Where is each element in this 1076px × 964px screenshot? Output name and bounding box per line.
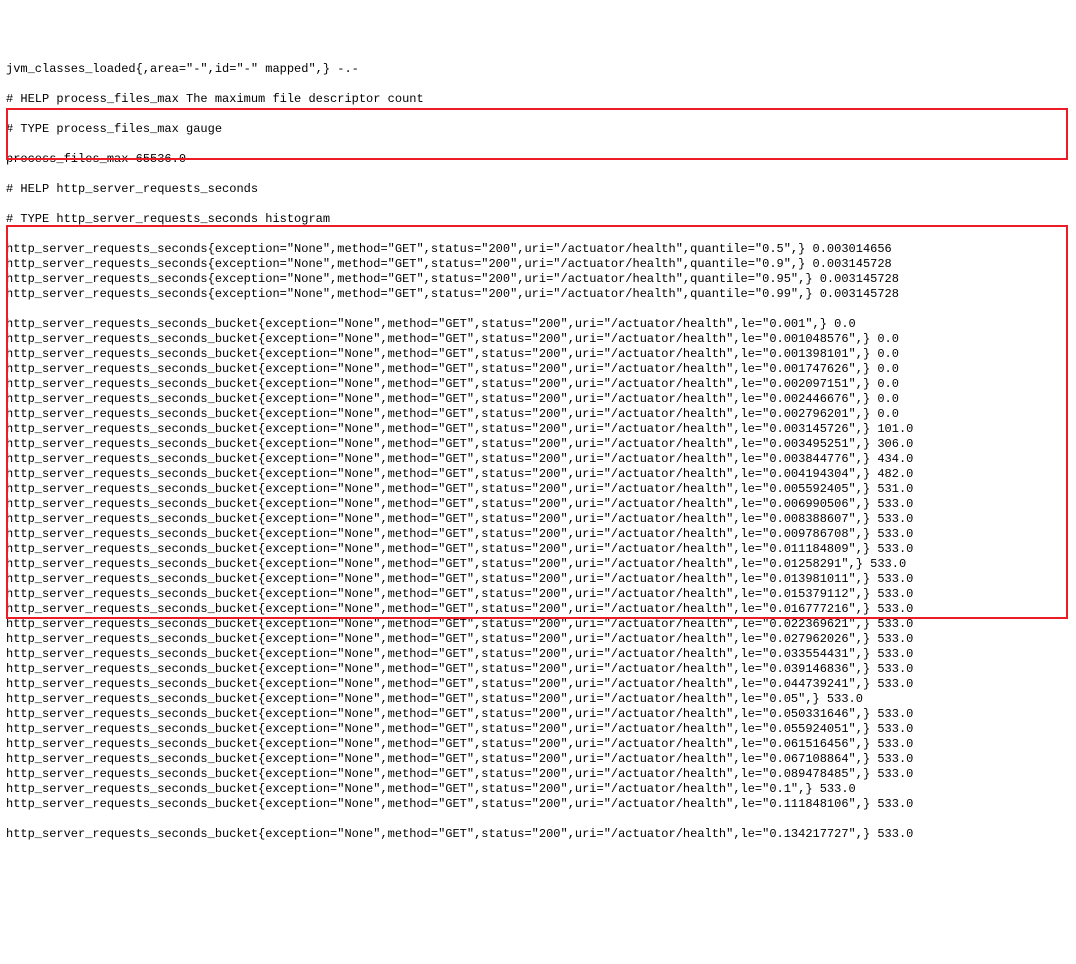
bucket-line: http_server_requests_seconds_bucket{exce…	[6, 722, 1070, 737]
bucket-line: http_server_requests_seconds_bucket{exce…	[6, 512, 1070, 527]
bucket-line: http_server_requests_seconds_bucket{exce…	[6, 482, 1070, 497]
bucket-line: http_server_requests_seconds_bucket{exce…	[6, 497, 1070, 512]
bucket-line: http_server_requests_seconds_bucket{exce…	[6, 452, 1070, 467]
bucket-line: http_server_requests_seconds_bucket{exce…	[6, 692, 1070, 707]
process-files-max-value: process_files_max 65536.0	[6, 152, 1070, 167]
type-process-files-max: # TYPE process_files_max gauge	[6, 122, 1070, 137]
bucket-line: http_server_requests_seconds_bucket{exce…	[6, 587, 1070, 602]
bucket-line: http_server_requests_seconds_bucket{exce…	[6, 407, 1070, 422]
bucket-line: http_server_requests_seconds_bucket{exce…	[6, 392, 1070, 407]
quantile-line: http_server_requests_seconds{exception="…	[6, 257, 1070, 272]
truncated-bottom-line: http_server_requests_seconds_bucket{exce…	[6, 827, 1070, 842]
help-http-server-requests: # HELP http_server_requests_seconds	[6, 182, 1070, 197]
bucket-line: http_server_requests_seconds_bucket{exce…	[6, 557, 1070, 572]
bucket-line: http_server_requests_seconds_bucket{exce…	[6, 737, 1070, 752]
bucket-line: http_server_requests_seconds_bucket{exce…	[6, 617, 1070, 632]
quantile-line: http_server_requests_seconds{exception="…	[6, 287, 1070, 302]
quantile-line: http_server_requests_seconds{exception="…	[6, 272, 1070, 287]
quantile-line: http_server_requests_seconds{exception="…	[6, 242, 1070, 257]
bucket-line: http_server_requests_seconds_bucket{exce…	[6, 542, 1070, 557]
bucket-line: http_server_requests_seconds_bucket{exce…	[6, 647, 1070, 662]
bucket-line: http_server_requests_seconds_bucket{exce…	[6, 317, 1070, 332]
truncated-top-line: jvm_classes_loaded{,area="-",id="-" mapp…	[6, 62, 1070, 77]
bucket-line: http_server_requests_seconds_bucket{exce…	[6, 602, 1070, 617]
bucket-line: http_server_requests_seconds_bucket{exce…	[6, 662, 1070, 677]
bucket-line: http_server_requests_seconds_bucket{exce…	[6, 377, 1070, 392]
bucket-line: http_server_requests_seconds_bucket{exce…	[6, 782, 1070, 797]
bucket-line: http_server_requests_seconds_bucket{exce…	[6, 797, 1070, 812]
bucket-line: http_server_requests_seconds_bucket{exce…	[6, 632, 1070, 647]
bucket-line: http_server_requests_seconds_bucket{exce…	[6, 422, 1070, 437]
bucket-line: http_server_requests_seconds_bucket{exce…	[6, 347, 1070, 362]
bucket-line: http_server_requests_seconds_bucket{exce…	[6, 332, 1070, 347]
bucket-line: http_server_requests_seconds_bucket{exce…	[6, 677, 1070, 692]
bucket-line: http_server_requests_seconds_bucket{exce…	[6, 467, 1070, 482]
bucket-line: http_server_requests_seconds_bucket{exce…	[6, 527, 1070, 542]
bucket-line: http_server_requests_seconds_bucket{exce…	[6, 752, 1070, 767]
bucket-line: http_server_requests_seconds_bucket{exce…	[6, 572, 1070, 587]
type-http-server-requests: # TYPE http_server_requests_seconds hist…	[6, 212, 1070, 227]
bucket-block: http_server_requests_seconds_bucket{exce…	[6, 317, 1070, 812]
bucket-line: http_server_requests_seconds_bucket{exce…	[6, 362, 1070, 377]
bucket-line: http_server_requests_seconds_bucket{exce…	[6, 437, 1070, 452]
quantile-block: http_server_requests_seconds{exception="…	[6, 242, 1070, 302]
bucket-line: http_server_requests_seconds_bucket{exce…	[6, 707, 1070, 722]
help-process-files-max: # HELP process_files_max The maximum fil…	[6, 92, 1070, 107]
bucket-line: http_server_requests_seconds_bucket{exce…	[6, 767, 1070, 782]
